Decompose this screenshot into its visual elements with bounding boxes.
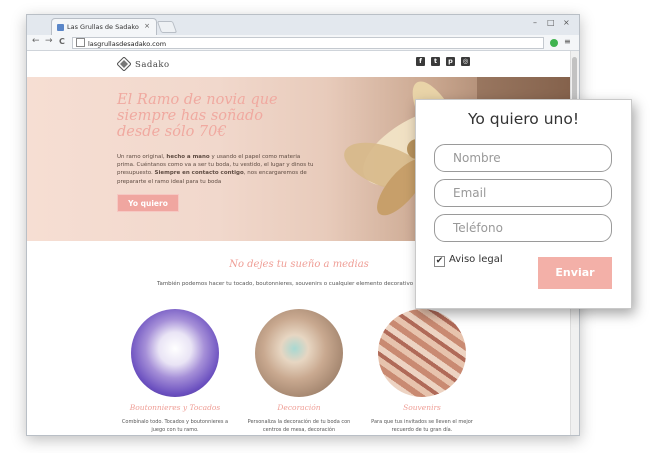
tab-title: Las Grullas de Sadako — [67, 23, 139, 31]
instagram-icon[interactable]: ◎ — [461, 57, 470, 66]
aviso-legal-label[interactable]: Aviso legal — [449, 254, 503, 265]
logo-text: Sadako — [135, 60, 170, 70]
menu-icon[interactable]: ≡ — [564, 37, 571, 46]
decoracion-image[interactable] — [255, 309, 343, 397]
name-field[interactable]: Nombre — [434, 144, 612, 172]
crane-logo-icon — [117, 57, 131, 71]
new-tab-button[interactable] — [156, 21, 178, 33]
card-title-souvenirs[interactable]: Souvenirs — [362, 403, 482, 412]
pinterest-icon[interactable]: p — [446, 57, 455, 66]
aviso-legal-checkbox[interactable]: ✔ — [434, 256, 445, 267]
page-icon — [76, 38, 85, 47]
reload-icon[interactable]: C — [59, 37, 65, 46]
card-title-boutonnieres[interactable]: Boutonnieres y Tocados — [115, 403, 235, 412]
favicon-icon — [57, 24, 64, 31]
facebook-icon[interactable]: f — [416, 57, 425, 66]
window-close-icon[interactable]: × — [563, 18, 570, 27]
tab-close-icon[interactable]: × — [144, 22, 150, 30]
hero-description: Un ramo original, hecho a mano y usando … — [117, 154, 314, 185]
card-text-boutonnieres: Combínalo todo. Tocados y boutonnieres a… — [121, 419, 229, 433]
url-text: lasgrullasdesadako.com — [88, 40, 167, 48]
browser-toolbar: ← → C lasgrullasdesadako.com ≡ — [27, 35, 579, 51]
twitter-icon[interactable]: t — [431, 57, 440, 66]
popup-title: Yo quiero uno! — [467, 110, 580, 128]
card-text-decoracion: Personaliza la decoración de tu boda con… — [247, 419, 351, 433]
hero-heading: El Ramo de novia que siempre has soñado … — [117, 92, 278, 140]
email-field[interactable]: Email — [434, 179, 612, 207]
souvenirs-image[interactable] — [378, 309, 466, 397]
boutonniere-image[interactable] — [131, 309, 219, 397]
browser-tab[interactable]: Las Grullas de Sadako × — [51, 18, 157, 36]
card-text-souvenirs: Para que tus invitados se lleven el mejo… — [371, 419, 473, 433]
forward-icon[interactable]: → — [45, 36, 53, 46]
order-form-popup: Yo quiero uno! Nombre Email Teléfono ✔ A… — [415, 99, 632, 309]
maximize-icon[interactable]: □ — [547, 18, 555, 27]
address-bar[interactable]: lasgrullasdesadako.com — [72, 37, 544, 49]
phone-field[interactable]: Teléfono — [434, 214, 612, 242]
card-title-decoracion[interactable]: Decoración — [239, 403, 359, 412]
enviar-button[interactable]: Enviar — [538, 257, 612, 289]
back-icon[interactable]: ← — [32, 36, 40, 46]
tab-bar: Las Grullas de Sadako × – □ × — [27, 15, 579, 36]
minimize-icon[interactable]: – — [533, 18, 537, 27]
yo-quiero-button[interactable]: Yo quiero — [117, 194, 179, 212]
extension-icon[interactable] — [550, 39, 558, 47]
